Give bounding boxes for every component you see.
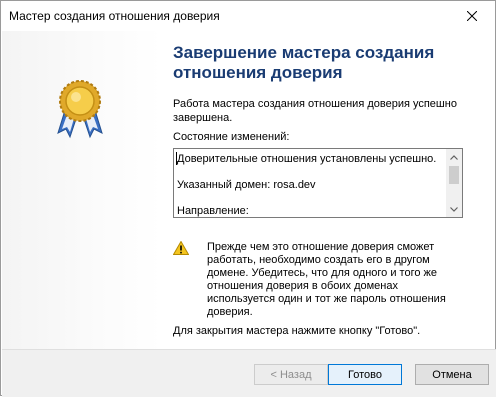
warning-triangle-icon <box>173 241 189 255</box>
page-title: Завершение мастера создания отношения до… <box>173 43 435 82</box>
cancel-button[interactable]: Отмена <box>415 364 489 385</box>
back-button[interactable]: < Назад <box>254 364 328 385</box>
award-ribbon-icon <box>57 80 103 139</box>
button-bar: < Назад Готово Отмена <box>2 349 496 397</box>
changes-listbox[interactable]: Доверительные отношения установлены успе… <box>173 148 463 218</box>
finish-button[interactable]: Готово <box>328 364 402 385</box>
window-title: Мастер создания отношения доверия <box>9 9 220 23</box>
wizard-side-panel <box>2 31 162 349</box>
title-bar: Мастер создания отношения доверия <box>1 1 495 31</box>
warning-text: Прежде чем это отношение доверия сможет … <box>207 241 446 318</box>
vertical-scrollbar[interactable] <box>446 149 462 217</box>
changes-label: Состояние изменений: <box>173 131 290 143</box>
intro-text: Работа мастера создания отношения довери… <box>173 98 457 124</box>
wizard-window: Мастер создания отношения доверия Заверш… <box>0 0 496 397</box>
scroll-down-button[interactable] <box>446 201 462 217</box>
close-button[interactable] <box>449 1 495 31</box>
changes-line: Указанный домен: rosa.dev <box>177 179 316 191</box>
finish-hint: Для закрытия мастера нажмите кнопку "Гот… <box>173 325 421 337</box>
changes-line: Направление: <box>177 205 249 217</box>
close-icon <box>467 11 477 21</box>
chevron-down-icon <box>450 206 458 212</box>
changes-line: Доверительные отношения установлены успе… <box>177 153 437 165</box>
scroll-up-button[interactable] <box>446 149 462 165</box>
scrollbar-thumb[interactable] <box>449 166 459 184</box>
chevron-up-icon <box>450 154 458 160</box>
